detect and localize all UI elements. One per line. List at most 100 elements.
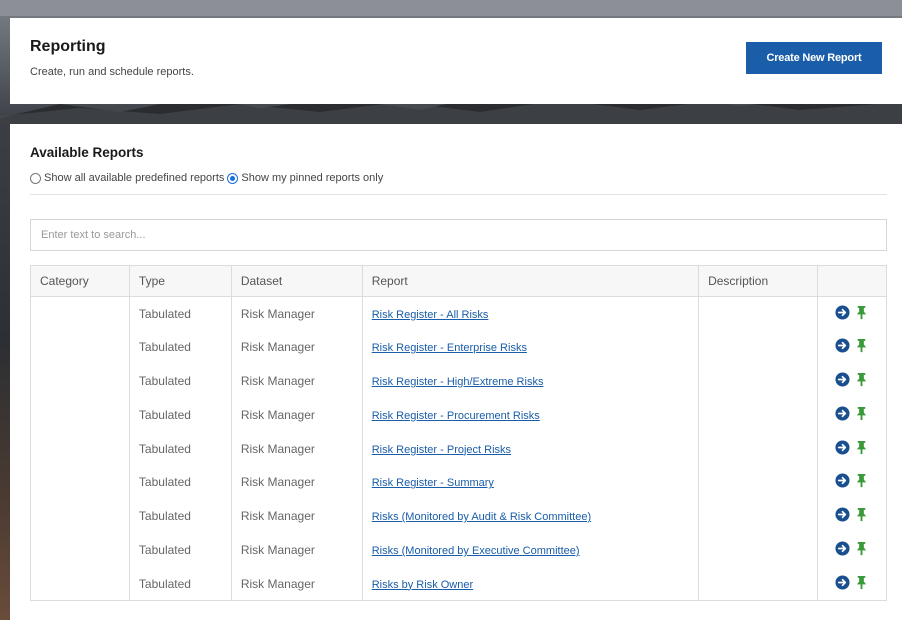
description-cell — [698, 364, 818, 398]
report-link[interactable]: Risk Register - All Risks — [372, 309, 489, 321]
dataset-cell: Risk Manager — [230, 330, 363, 365]
category-cell — [30, 296, 130, 331]
category-cell — [30, 465, 130, 500]
dataset-cell: Risk Manager — [230, 533, 363, 567]
report-link[interactable]: Risk Register - Enterprise Risks — [372, 342, 527, 354]
radio-show-pinned-label[interactable]: Show my pinned reports only — [241, 172, 383, 184]
category-cell — [30, 499, 130, 534]
arrow-right-circle-icon[interactable] — [835, 574, 850, 590]
column-header-description[interactable]: Description — [698, 265, 818, 297]
category-cell — [30, 533, 130, 567]
dataset-cell: Risk Manager — [230, 431, 363, 466]
arrow-right-circle-icon[interactable] — [835, 305, 850, 320]
column-header-type[interactable]: Type — [128, 265, 232, 297]
dataset-cell: Risk Manager — [230, 499, 363, 534]
type-cell: Tabulated — [128, 397, 232, 432]
type-cell: Tabulated — [128, 330, 232, 365]
radio-show-all[interactable] — [30, 172, 41, 184]
arrow-right-circle-icon[interactable] — [835, 406, 850, 421]
type-cell: Tabulated — [128, 566, 232, 602]
description-cell — [698, 533, 818, 567]
actions-cell — [817, 330, 887, 365]
page-subtitle: Create, run and schedule reports. — [30, 66, 194, 78]
report-cell: Risk Register - Enterprise Risks — [361, 330, 700, 365]
actions-cell — [817, 533, 887, 567]
report-cell: Risk Register - Procurement Risks — [361, 397, 700, 432]
actions-cell — [817, 296, 887, 331]
table-row: Tabulated Risk Manager Risks by Risk Owner — [30, 566, 887, 602]
category-cell — [30, 330, 130, 365]
table-header-row: Category Type Dataset Report Description — [30, 265, 887, 297]
dataset-cell: Risk Manager — [230, 397, 363, 432]
dataset-cell: Risk Manager — [230, 566, 363, 602]
category-cell — [30, 364, 130, 398]
table-row: Tabulated Risk Manager Risk Register - All… — [30, 296, 887, 331]
column-header-category[interactable]: Category — [30, 265, 130, 297]
category-cell — [30, 397, 130, 432]
section-title: Available Reports — [30, 145, 144, 160]
report-filter-group: Show all available predefined reports Sh… — [30, 170, 383, 186]
header-card: Reporting Create, run and schedule repor… — [10, 18, 902, 104]
pin-icon[interactable] — [854, 541, 869, 556]
radio-show-pinned[interactable] — [227, 172, 239, 184]
radio-show-all-label[interactable]: Show all available predefined reports — [44, 172, 224, 184]
description-cell — [698, 465, 818, 500]
pin-icon[interactable] — [854, 575, 869, 590]
table-row: Tabulated Risk Manager Risk Register - Sum… — [30, 465, 887, 500]
type-cell: Tabulated — [128, 296, 232, 331]
description-cell — [698, 397, 818, 432]
pin-icon[interactable] — [854, 406, 869, 421]
dataset-cell: Risk Manager — [230, 296, 363, 331]
arrow-right-circle-icon[interactable] — [835, 372, 850, 387]
report-cell: Risks by Risk Owner — [361, 566, 700, 602]
table-row: Tabulated Risk Manager Risk Register - Ent… — [30, 330, 887, 365]
pin-icon[interactable] — [854, 507, 869, 522]
report-link[interactable]: Risk Register - Project Risks — [372, 444, 511, 456]
search-input[interactable] — [30, 219, 887, 251]
dataset-cell: Risk Manager — [230, 465, 363, 500]
table-row: Tabulated Risk Manager Risk Register - Hig… — [30, 364, 887, 398]
report-cell: Risk Register - All Risks — [361, 296, 700, 331]
type-cell: Tabulated — [128, 364, 232, 398]
arrow-right-circle-icon[interactable] — [835, 507, 850, 522]
report-link[interactable]: Risk Register - Procurement Risks — [372, 410, 540, 422]
category-cell — [30, 566, 130, 602]
table-row: Tabulated Risk Manager Risks (Monitored by… — [30, 499, 887, 534]
report-cell: Risk Register - Project Risks — [361, 431, 700, 466]
report-link[interactable]: Risks by Risk Owner — [372, 579, 473, 591]
arrow-right-circle-icon[interactable] — [835, 440, 850, 455]
pin-icon[interactable] — [854, 305, 869, 320]
pin-icon[interactable] — [854, 372, 869, 387]
description-cell — [698, 431, 818, 466]
create-new-report-button[interactable]: Create New Report — [746, 42, 882, 74]
arrow-right-circle-icon[interactable] — [835, 541, 850, 556]
arrow-right-circle-icon[interactable] — [835, 338, 850, 353]
category-cell — [30, 431, 130, 466]
column-header-dataset[interactable]: Dataset — [230, 265, 363, 297]
report-link[interactable]: Risk Register - High/Extreme Risks — [372, 376, 544, 388]
report-link[interactable]: Risks (Monitored by Executive Committee) — [372, 545, 580, 557]
actions-cell — [817, 465, 887, 500]
pin-icon[interactable] — [854, 440, 869, 455]
arrow-right-circle-icon[interactable] — [835, 473, 850, 488]
available-reports-panel: Available Reports Show all available pre… — [10, 124, 902, 620]
actions-cell — [817, 364, 887, 398]
description-cell — [698, 566, 818, 602]
type-cell: Tabulated — [128, 533, 232, 567]
pin-icon[interactable] — [854, 338, 869, 353]
description-cell — [698, 330, 818, 365]
table-row: Tabulated Risk Manager Risks (Monitored by… — [30, 533, 887, 567]
type-cell: Tabulated — [128, 499, 232, 534]
actions-cell — [817, 566, 887, 602]
actions-cell — [817, 431, 887, 466]
report-cell: Risks (Monitored by Executive Committee) — [361, 533, 700, 567]
column-header-report[interactable]: Report — [361, 265, 700, 297]
report-link[interactable]: Risks (Monitored by Audit & Risk Committ… — [372, 511, 591, 523]
page-title: Reporting — [30, 38, 106, 55]
pin-icon[interactable] — [854, 473, 869, 488]
description-cell — [698, 296, 818, 331]
dataset-cell: Risk Manager — [230, 364, 363, 398]
report-link[interactable]: Risk Register - Summary — [372, 477, 494, 489]
report-cell: Risk Register - Summary — [361, 465, 700, 500]
reports-table: Category Type Dataset Report Description… — [30, 265, 887, 602]
